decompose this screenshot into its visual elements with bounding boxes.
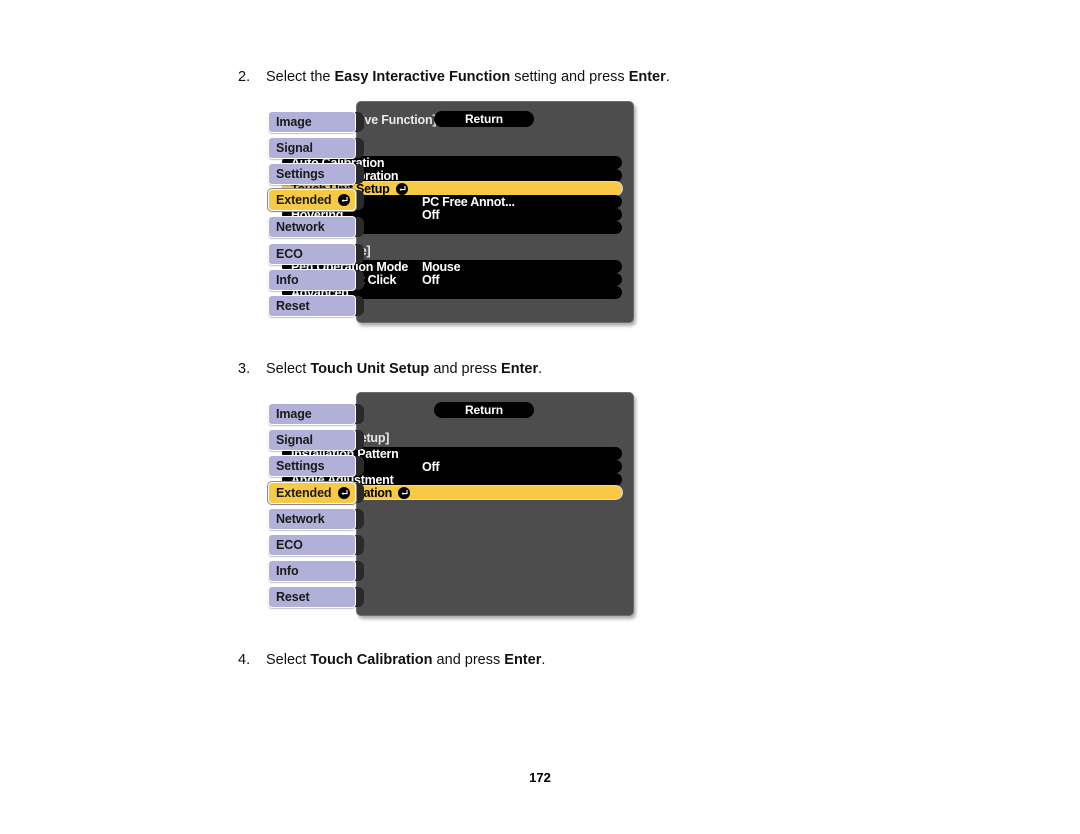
sidebar-item-label: ECO [276,538,303,552]
step-3-text: Select Touch Unit Setup and press Enter. [266,360,542,380]
step-4-instruction: 4. Select Touch Calibration and press En… [238,651,545,671]
sidebar-item-signal[interactable]: Signal [268,429,356,451]
return-button[interactable]: Return [434,402,534,418]
step-2-instruction: 2. Select the Easy Interactive Function … [238,68,670,88]
sidebar-item-label: Info [276,273,299,287]
emphasis-text: Touch Calibration [310,652,433,668]
sidebar-item-label: Settings [276,167,325,181]
plain-text: setting and press [510,69,629,85]
step-2-text: Select the Easy Interactive Function set… [266,68,670,88]
sidebar-item-label: Extended [276,193,332,207]
sidebar-item-label: Network [276,512,325,526]
sidebar-item-reset[interactable]: Reset [268,295,356,317]
enter-icon [338,487,350,499]
sidebar-item-settings[interactable]: Settings [268,163,356,185]
step-4-text: Select Touch Calibration and press Enter… [266,651,545,671]
enter-icon [395,182,408,195]
sidebar-item-eco[interactable]: ECO [268,243,356,265]
osd-menu-touch-unit-setup: Image Signal Settings Extended Network ECO Inf… [268,392,634,616]
return-button[interactable]: Return [434,111,534,127]
emphasis-text: Enter [504,652,542,668]
emphasis-text: Enter [501,361,539,377]
sidebar-item-label: Image [276,115,312,129]
sidebar-item-eco[interactable]: ECO [268,534,356,556]
sidebar-item-network[interactable]: Network [268,508,356,530]
emphasis-text: Easy Interactive Function [334,69,511,85]
sidebar-item-label: Settings [276,459,325,473]
emphasis-text: Touch Unit Setup [310,361,430,377]
plain-text: and press [432,652,505,668]
menu-row-value: PC Free Annot... [422,194,515,209]
enter-icon [338,194,350,206]
sidebar-item-info[interactable]: Info [268,560,356,582]
enter-icon [398,486,411,499]
sidebar-item-image[interactable]: Image [268,111,356,133]
sidebar-item-label: Network [276,220,325,234]
sidebar-item-signal[interactable]: Signal [268,137,356,159]
sidebar-item-settings[interactable]: Settings [268,455,356,477]
sidebar-item-extended[interactable]: Extended [268,482,356,504]
sidebar-item-network[interactable]: Network [268,216,356,238]
sidebar-item-label: Extended [276,486,332,500]
osd-menu-easy-interactive-function: Image Signal Settings Extended Network ECO Inf… [268,101,634,323]
plain-text: . [538,361,543,377]
sidebar-item-info[interactable]: Info [268,269,356,291]
step-2-number: 2. [238,69,251,85]
menu-row-value: Mouse [422,259,461,274]
sidebar-item-label: Reset [276,590,310,604]
sidebar-item-label: Reset [276,299,310,313]
sidebar-item-image[interactable]: Image [268,403,356,425]
sidebar-item-label: Image [276,407,312,421]
sidebar-item-label: Info [276,564,299,578]
plain-text: Select [266,652,311,668]
plain-text: and press [429,361,502,377]
sidebar-item-label: ECO [276,247,303,261]
emphasis-text: Enter [628,69,666,85]
plain-text: Select [266,361,311,377]
plain-text: . [541,652,546,668]
step-4-number: 4. [238,652,251,668]
plain-text: Select the [266,69,335,85]
step-3-number: 3. [238,361,251,377]
sidebar-tab-notches [346,392,364,616]
menu-row-value: Off [422,272,440,287]
menu-row-value: Off [422,459,440,474]
sidebar-item-label: Signal [276,433,313,447]
sidebar-item-label: Signal [276,141,313,155]
plain-text: . [665,69,670,85]
page-number: 172 [529,770,551,785]
step-3-instruction: 3. Select Touch Unit Setup and press Ent… [238,360,542,380]
sidebar-item-reset[interactable]: Reset [268,586,356,608]
sidebar-item-extended[interactable]: Extended [268,189,356,211]
menu-row-value: Off [422,207,440,222]
